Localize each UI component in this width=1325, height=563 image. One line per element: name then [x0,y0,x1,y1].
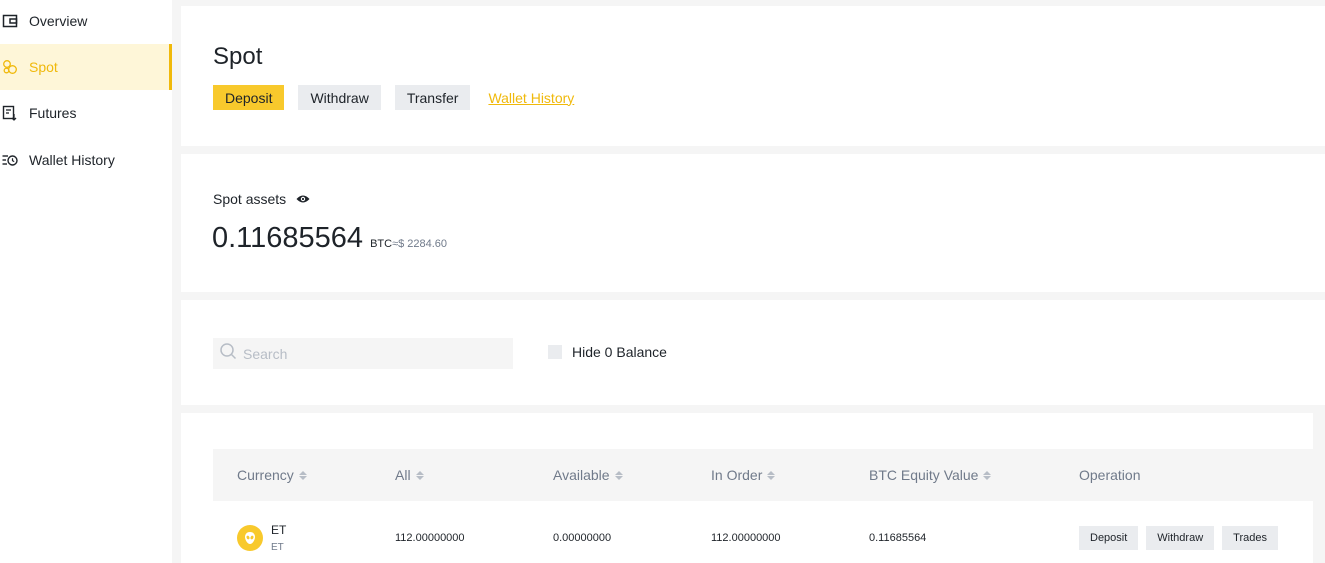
assets-value-row: 0.11685564 BTC ≈$ 2284.60 [212,222,447,255]
assets-label-row: Spot assets [213,191,310,207]
column-label: All [395,467,411,483]
search-box[interactable] [213,338,513,369]
column-all[interactable]: All [395,449,424,501]
column-currency[interactable]: Currency [237,449,307,501]
column-btc-equity-value[interactable]: BTC Equity Value [869,449,992,501]
wallet-history-link[interactable]: Wallet History [488,90,574,106]
column-in-order[interactable]: In Order [711,449,776,501]
transfer-button[interactable]: Transfer [394,85,471,110]
sidebar-item-overview[interactable]: Overview [0,0,172,44]
sidebar-item-label: Wallet History [29,152,115,168]
column-available[interactable]: Available [553,449,623,501]
sort-icon [983,470,992,480]
column-label: BTC Equity Value [869,467,979,483]
action-row: Deposit Withdraw Transfer Wallet History [213,85,574,110]
in-order-cell: 112.00000000 [711,532,781,544]
wallet-icon [2,13,18,29]
spot-header-panel: Spot Deposit Withdraw Transfer Wallet Hi… [181,6,1325,146]
assets-table-panel: Currency All Available In Order BTC Equi… [181,413,1313,563]
coin-logo-icon [237,525,263,551]
deposit-button[interactable]: Deposit [213,85,285,110]
available-cell: 0.00000000 [553,532,612,544]
column-label: Currency [237,467,294,483]
sort-icon [767,470,776,480]
sidebar-item-wallet-history[interactable]: Wallet History [0,137,172,183]
coin-symbol: ET [271,523,287,537]
table-row: ET ET 112.00000000 0.00000000 112.000000… [213,513,1313,563]
search-icon [219,342,237,365]
sidebar: Overview Spot Futures Wallet History [0,0,172,563]
all-cell: 112.00000000 [395,532,465,544]
sort-icon [298,470,307,480]
hide-zero-toggle[interactable]: Hide 0 Balance [548,344,667,360]
assets-unit: BTC [370,238,393,250]
sidebar-item-spot[interactable]: Spot [0,44,172,90]
filter-panel: Hide 0 Balance [181,300,1325,405]
column-label: In Order [711,467,763,483]
table-header: Currency All Available In Order BTC Equi… [213,449,1313,501]
hide-zero-checkbox[interactable] [548,345,562,359]
coin-name: ET [271,542,284,553]
row-deposit-button[interactable]: Deposit [1079,526,1139,550]
row-withdraw-button[interactable]: Withdraw [1146,526,1215,550]
spot-assets-value: 0.11685564 [212,222,364,254]
column-label: Available [553,467,610,483]
currency-cell: ET ET [237,513,286,563]
column-operation: Operation [1079,449,1140,501]
operation-cell: Deposit Withdraw Trades [1079,513,1286,563]
sidebar-item-label: Overview [29,13,88,29]
assets-usd-approx: ≈$ 2284.60 [392,238,448,250]
sidebar-item-label: Spot [29,59,58,75]
sidebar-item-label: Futures [29,105,77,121]
btc-value-cell: 0.11685564 [869,532,927,544]
hide-zero-label: Hide 0 Balance [572,344,667,360]
spot-assets-label: Spot assets [213,191,287,207]
futures-icon [2,105,18,121]
row-trades-button[interactable]: Trades [1222,526,1278,550]
spot-assets-panel: Spot assets 0.11685564 BTC ≈$ 2284.60 [181,154,1325,292]
withdraw-button[interactable]: Withdraw [298,85,381,110]
eye-icon[interactable] [296,194,310,204]
history-icon [2,152,18,168]
sort-icon [415,470,424,480]
sidebar-item-futures[interactable]: Futures [0,90,172,136]
spot-icon [2,59,18,75]
page-title: Spot [213,43,263,70]
sort-icon [614,470,623,480]
search-input[interactable] [243,345,503,362]
column-label: Operation [1079,467,1141,483]
